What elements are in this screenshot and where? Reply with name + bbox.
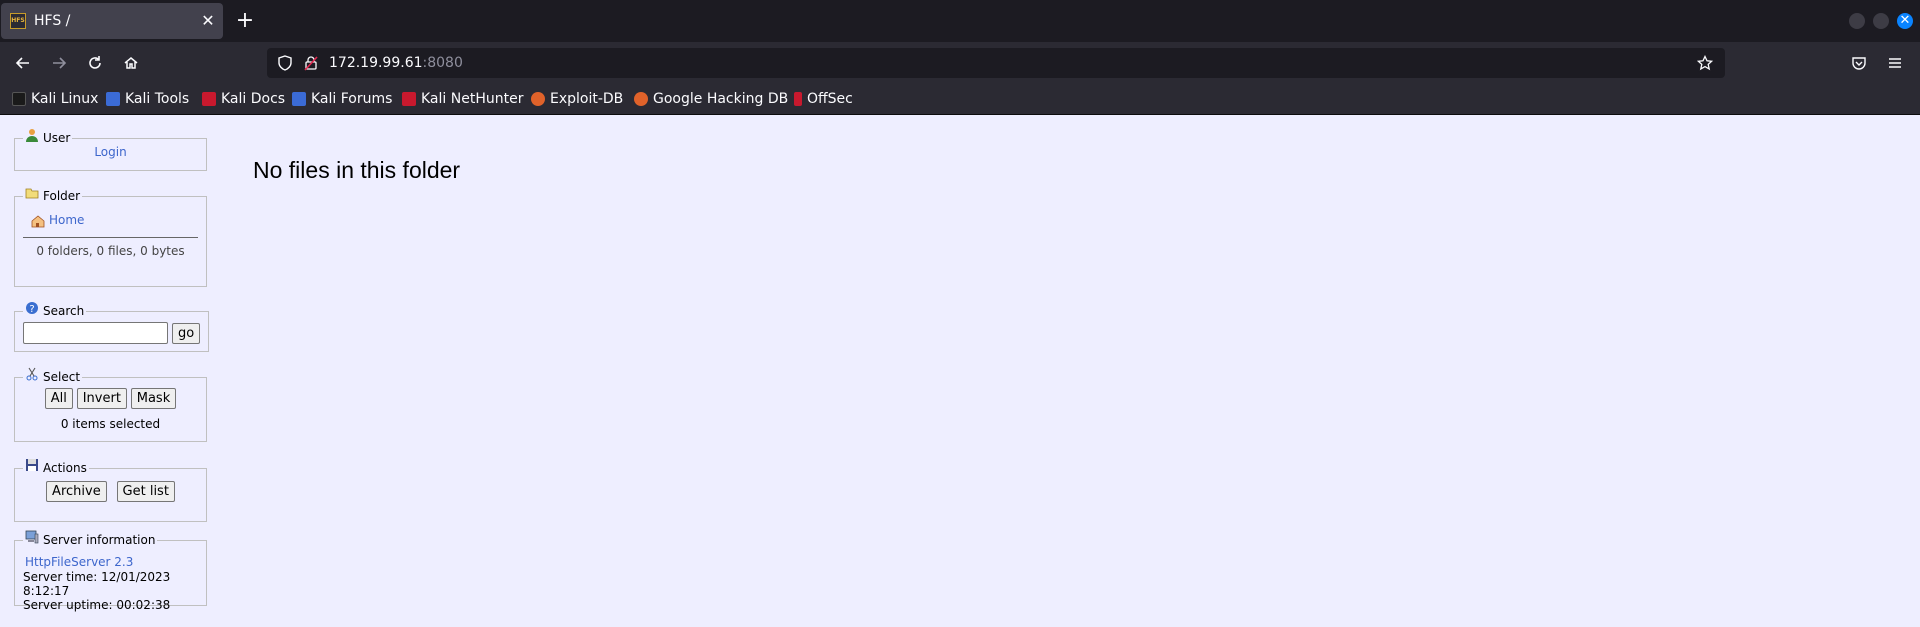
bookmark-google-hacking-db[interactable]: Google Hacking DB — [634, 84, 788, 114]
kali-forums-icon — [292, 92, 306, 106]
bookmark-kali-docs[interactable]: Kali Docs — [202, 84, 285, 114]
folder-panel: Folder Home 0 folders, 0 files, 0 bytes — [14, 186, 207, 287]
tab-bar: HFS HFS / ✕ + ✕ — [0, 0, 1920, 42]
insecure-lock-icon[interactable] — [303, 55, 319, 71]
kali-dragon-icon — [12, 92, 26, 106]
mask-button[interactable]: Mask — [130, 388, 177, 409]
bookmark-offsec[interactable]: OffSec — [794, 84, 853, 114]
folder-summary: 0 folders, 0 files, 0 bytes — [36, 244, 185, 258]
back-icon[interactable] — [7, 47, 39, 79]
google-hacking-db-icon — [634, 92, 648, 106]
browser-tab[interactable]: HFS HFS / ✕ — [1, 3, 223, 39]
user-legend: User — [43, 131, 71, 145]
empty-folder-message: No files in this folder — [253, 157, 461, 183]
bookmark-kali-linux[interactable]: Kali Linux — [12, 84, 98, 114]
kali-nethunter-icon — [402, 92, 416, 106]
scissors-icon — [25, 367, 39, 381]
search-panel: ? Search go — [14, 301, 210, 352]
home-link[interactable]: Home — [49, 213, 84, 227]
server-info-panel: Server information HttpFileServer 2.3 Se… — [14, 530, 207, 612]
floppy-disk-icon — [25, 458, 39, 472]
bookmark-kali-tools[interactable]: Kali Tools — [106, 84, 189, 114]
kali-docs-icon — [202, 92, 216, 106]
server-uptime: Server uptime: 00:02:38 — [23, 598, 171, 612]
server-computer-icon — [25, 530, 39, 544]
select-panel: Select All Invert Mask 0 items selected — [14, 367, 207, 442]
server-time: Server time: 12/01/2023 8:12:17 — [23, 570, 171, 598]
menu-icon[interactable] — [1879, 47, 1911, 79]
bookmarks-toolbar: Kali Linux Kali Tools Kali Docs Kali For… — [0, 84, 1920, 115]
tab-title: HFS / — [34, 13, 71, 29]
server-info-legend: Server information — [43, 533, 156, 547]
select-legend: Select — [43, 370, 81, 384]
navigation-bar: 172.19.99.61:8080 — [0, 42, 1920, 84]
user-panel: User Login — [14, 128, 207, 171]
hfs-favicon-icon: HFS — [10, 13, 26, 29]
bookmark-kali-forums[interactable]: Kali Forums — [292, 84, 392, 114]
search-help-icon: ? — [25, 301, 39, 315]
actions-legend: Actions — [43, 461, 87, 475]
selection-status: 0 items selected — [60, 417, 161, 431]
svg-text:?: ? — [29, 304, 34, 315]
folder-icon — [25, 186, 39, 200]
tab-close-icon[interactable]: ✕ — [193, 3, 223, 39]
search-legend: Search — [43, 304, 85, 318]
shield-icon[interactable] — [277, 55, 293, 71]
invert-selection-button[interactable]: Invert — [76, 388, 127, 409]
forward-icon[interactable] — [43, 47, 75, 79]
folder-legend: Folder — [43, 189, 81, 203]
bookmark-kali-nethunter[interactable]: Kali NetHunter — [402, 84, 523, 114]
user-icon — [25, 128, 39, 142]
bookmark-exploit-db[interactable]: Exploit-DB — [531, 84, 623, 114]
hfs-version-link[interactable]: HttpFileServer 2.3 — [25, 555, 133, 569]
pocket-icon[interactable] — [1843, 47, 1875, 79]
login-link[interactable]: Login — [94, 145, 126, 159]
new-tab-icon[interactable]: + — [230, 6, 260, 36]
home-folder-icon — [31, 213, 45, 228]
search-input[interactable] — [23, 322, 168, 344]
folder-divider — [23, 237, 198, 238]
select-all-button[interactable]: All — [44, 388, 73, 409]
url-text[interactable]: 172.19.99.61:8080 — [329, 48, 463, 78]
offsec-icon — [794, 92, 802, 106]
kali-tools-icon — [106, 92, 120, 106]
home-icon[interactable] — [115, 47, 147, 79]
exploit-db-icon — [531, 92, 545, 106]
search-go-button[interactable]: go — [172, 322, 201, 344]
page-content: User Login Folder Home 0 folders, 0 file… — [0, 115, 1920, 627]
close-window-icon[interactable]: ✕ — [1897, 13, 1913, 29]
maximize-window-icon[interactable] — [1873, 13, 1889, 29]
archive-button[interactable]: Archive — [46, 481, 107, 502]
reload-icon[interactable] — [79, 47, 111, 79]
url-bar[interactable]: 172.19.99.61:8080 — [267, 48, 1725, 78]
minimize-window-icon[interactable] — [1849, 13, 1865, 29]
bookmark-star-icon[interactable] — [1697, 55, 1713, 71]
actions-panel: Actions Archive Get list — [14, 458, 207, 522]
get-list-button[interactable]: Get list — [116, 481, 175, 502]
